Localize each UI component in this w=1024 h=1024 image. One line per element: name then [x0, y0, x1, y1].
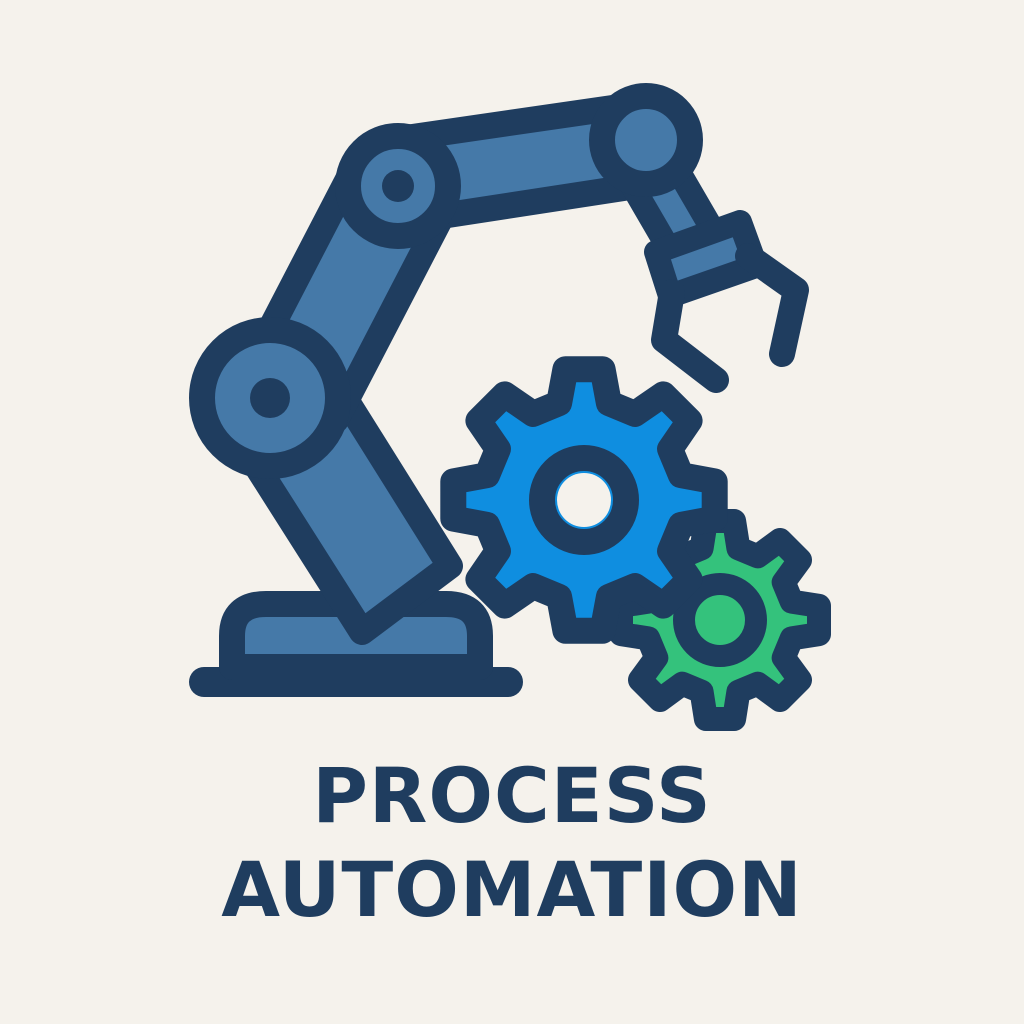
arm-joint-upper: [589, 83, 703, 197]
caption-line-1: PROCESS: [312, 751, 712, 840]
arm-joint-middle: [335, 123, 461, 249]
gear-icon: [440, 356, 728, 644]
caption-line-2: AUTOMATION: [221, 845, 803, 934]
logo: PROCESS AUTOMATION: [0, 0, 1024, 1024]
arm-joint-lower: [189, 317, 351, 479]
gripper-finger-right: [735, 243, 809, 367]
gripper-finger-left: [651, 279, 729, 393]
